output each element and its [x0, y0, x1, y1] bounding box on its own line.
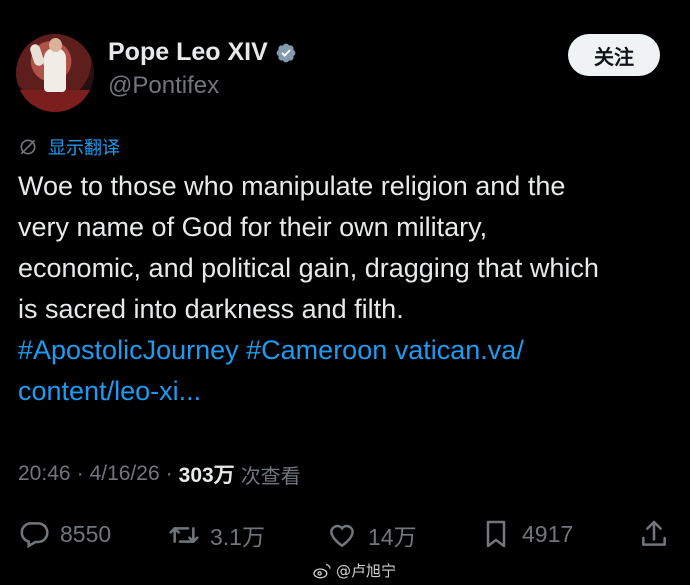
avatar[interactable] — [16, 34, 94, 112]
view-count: 303万 — [178, 464, 235, 487]
translate-label: 显示翻译 — [48, 138, 120, 159]
avatar-figure — [44, 48, 66, 92]
action-bar: 8550 3.1万 14万 4917 — [18, 518, 674, 558]
avatar-arm — [28, 42, 46, 68]
repost-button[interactable]: 3.1万 — [168, 518, 265, 552]
url-link-continued[interactable]: content/leo-xi... — [18, 376, 201, 406]
share-icon — [642, 520, 666, 546]
tweet-links-line: content/leo-xi... — [18, 371, 678, 412]
weibo-watermark: @卢旭宁 — [312, 560, 396, 581]
view-count-label: 次查看 — [240, 463, 301, 488]
url-link[interactable]: vatican.va/ — [395, 335, 524, 365]
tweet-line: very name of God for their own military, — [18, 212, 488, 242]
avatar-drape — [16, 90, 94, 112]
like-button[interactable]: 14万 — [326, 518, 417, 552]
meta-separator: · — [165, 462, 173, 485]
meta-separator: · — [76, 462, 84, 485]
user-handle[interactable]: @Pontifex — [108, 72, 219, 100]
heart-icon — [330, 524, 354, 548]
hashtag-cameroon[interactable]: #Cameroon — [246, 335, 387, 365]
tweet-links-line: #ApostolicJourney #Cameroon vatican.va/ — [18, 330, 678, 371]
translate-icon — [20, 139, 36, 155]
display-name[interactable]: Pope Leo XIV — [108, 38, 268, 67]
share-button[interactable] — [638, 518, 670, 550]
bookmark-button[interactable]: 4917 — [480, 518, 573, 550]
like-count: 14万 — [368, 524, 417, 550]
tweet-date[interactable]: 4/16/26 — [90, 462, 160, 486]
reply-button[interactable]: 8550 — [18, 518, 111, 550]
follow-button[interactable]: 关注 — [568, 34, 660, 76]
bookmark-icon — [486, 520, 506, 548]
hashtag-apostolic-journey[interactable]: #ApostolicJourney — [18, 335, 239, 365]
avatar-head — [49, 38, 62, 52]
verified-badge-icon — [276, 43, 296, 62]
tweet-meta: 20:46 · 4/16/26 · 303万 次查看 — [18, 459, 301, 489]
weibo-logo-icon — [313, 563, 331, 578]
tweet-line: economic, and political gain, dragging t… — [18, 253, 599, 283]
repost-icon — [169, 527, 199, 543]
bookmark-count: 4917 — [522, 520, 574, 547]
tweet-time[interactable]: 20:46 — [18, 462, 71, 486]
show-translation[interactable]: 显示翻译 — [18, 134, 120, 160]
tweet-line: Woe to those who manipulate religion and… — [18, 171, 566, 201]
watermark-text: @卢旭宁 — [336, 562, 397, 580]
tweet-body: Woe to those who manipulate religion and… — [18, 166, 678, 412]
reply-icon — [20, 522, 49, 549]
reply-count: 8550 — [60, 520, 112, 547]
name-row: Pope Leo XIV — [108, 38, 297, 67]
tweet-header: Pope Leo XIV @Pontifex 关注 — [16, 34, 660, 114]
repost-count: 3.1万 — [210, 524, 265, 550]
tweet-line: is sacred into darkness and filth. — [18, 294, 404, 324]
